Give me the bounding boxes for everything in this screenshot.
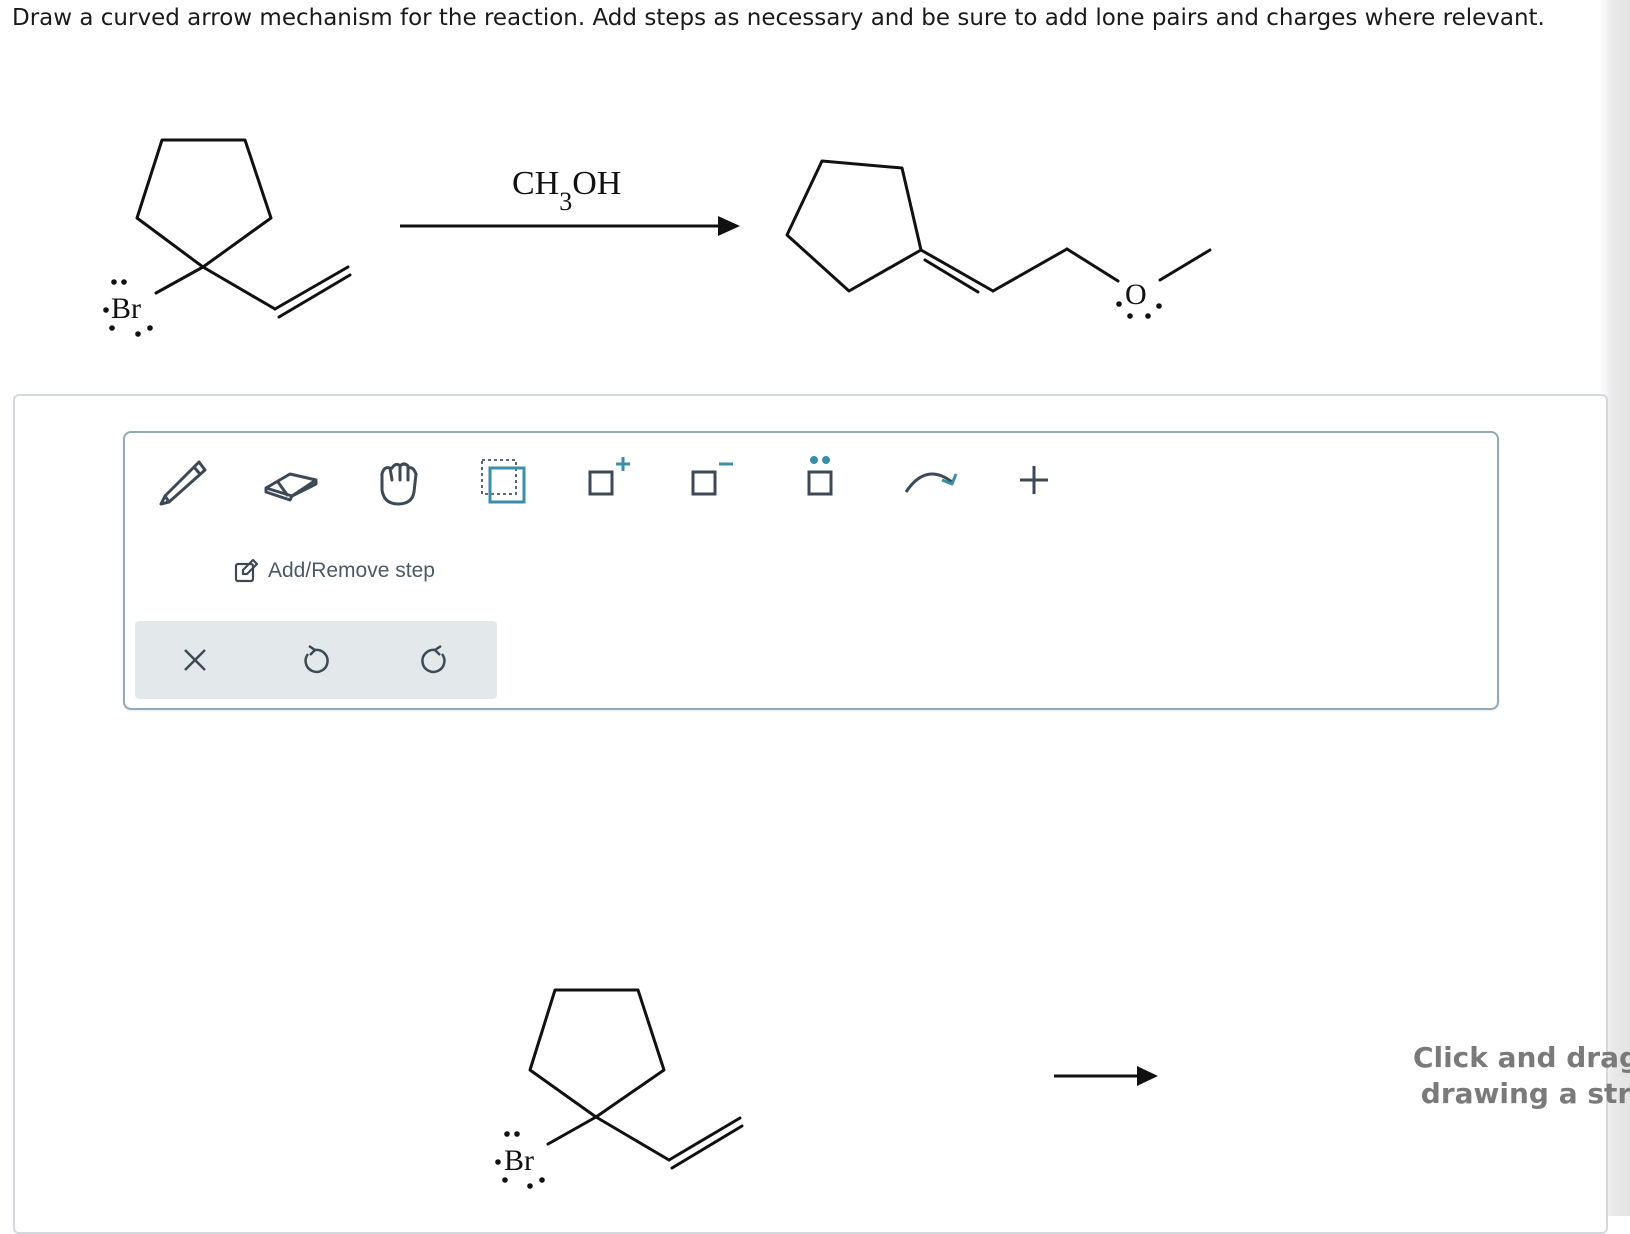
undo-icon (304, 644, 329, 674)
close-icon (184, 649, 206, 671)
svg-text:CH3OH: CH3OH (512, 165, 621, 216)
reagent-oh: OH (572, 165, 621, 202)
reactant-double-bond-b (277, 273, 352, 319)
reaction-arrow-head (718, 216, 740, 236)
product-o-ch3-bond (1158, 248, 1212, 282)
drag-hint-line-1: Click and drag (1412, 1041, 1630, 1074)
undo-button[interactable] (255, 621, 375, 699)
drag-hint-line-2: drawing a str (1420, 1077, 1630, 1110)
curved-arrow-icon (904, 472, 958, 493)
product-double-bond-a (919, 248, 995, 293)
plus-icon (1020, 466, 1048, 494)
add-tool[interactable] (996, 452, 1072, 508)
positive-charge-tool[interactable] (568, 452, 644, 508)
reactant-vinyl-bond (201, 265, 277, 311)
reactant-double-bond-a (273, 265, 350, 311)
eraser-icon (264, 472, 318, 502)
lone-pair-icon (807, 456, 833, 496)
product-o-label: O (1125, 278, 1147, 311)
edit-icon (234, 559, 258, 583)
product-ring (785, 159, 923, 293)
product-double-bond-b (923, 258, 980, 294)
hand-tool[interactable] (358, 452, 434, 508)
lone-pair-tool[interactable] (782, 452, 858, 508)
action-bar (135, 621, 497, 699)
negative-charge-tool[interactable] (675, 452, 751, 508)
hand-icon (380, 462, 418, 506)
reactant-ring (135, 138, 273, 269)
redo-button[interactable] (375, 621, 495, 699)
clear-button[interactable] (135, 621, 255, 699)
add-remove-step-button[interactable]: Add/Remove step (234, 556, 435, 586)
eraser-tool[interactable] (252, 452, 328, 508)
pencil-tool[interactable] (145, 452, 221, 508)
add-remove-step-label: Add/Remove step (268, 559, 435, 582)
pencil-icon (159, 460, 207, 506)
minus-charge-icon (691, 462, 733, 496)
curved-arrow-tool[interactable] (893, 452, 969, 508)
reagent-ch: CH (512, 165, 559, 202)
drag-hint: Click and drag drawing a str (1396, 1040, 1630, 1112)
product-chain-bond-2 (1065, 247, 1120, 283)
reaction-scheme: Br CH3OH O (103, 138, 1212, 337)
product-chain-bond-1 (991, 247, 1069, 293)
reactant-c-br-bond (154, 265, 205, 295)
redo-icon (421, 644, 446, 674)
select-box-tool[interactable] (466, 452, 542, 508)
reactant-br-label: Br (111, 292, 141, 325)
select-box-icon (481, 459, 526, 504)
plus-charge-icon (588, 457, 630, 496)
reagent-subscript: 3 (559, 187, 572, 216)
